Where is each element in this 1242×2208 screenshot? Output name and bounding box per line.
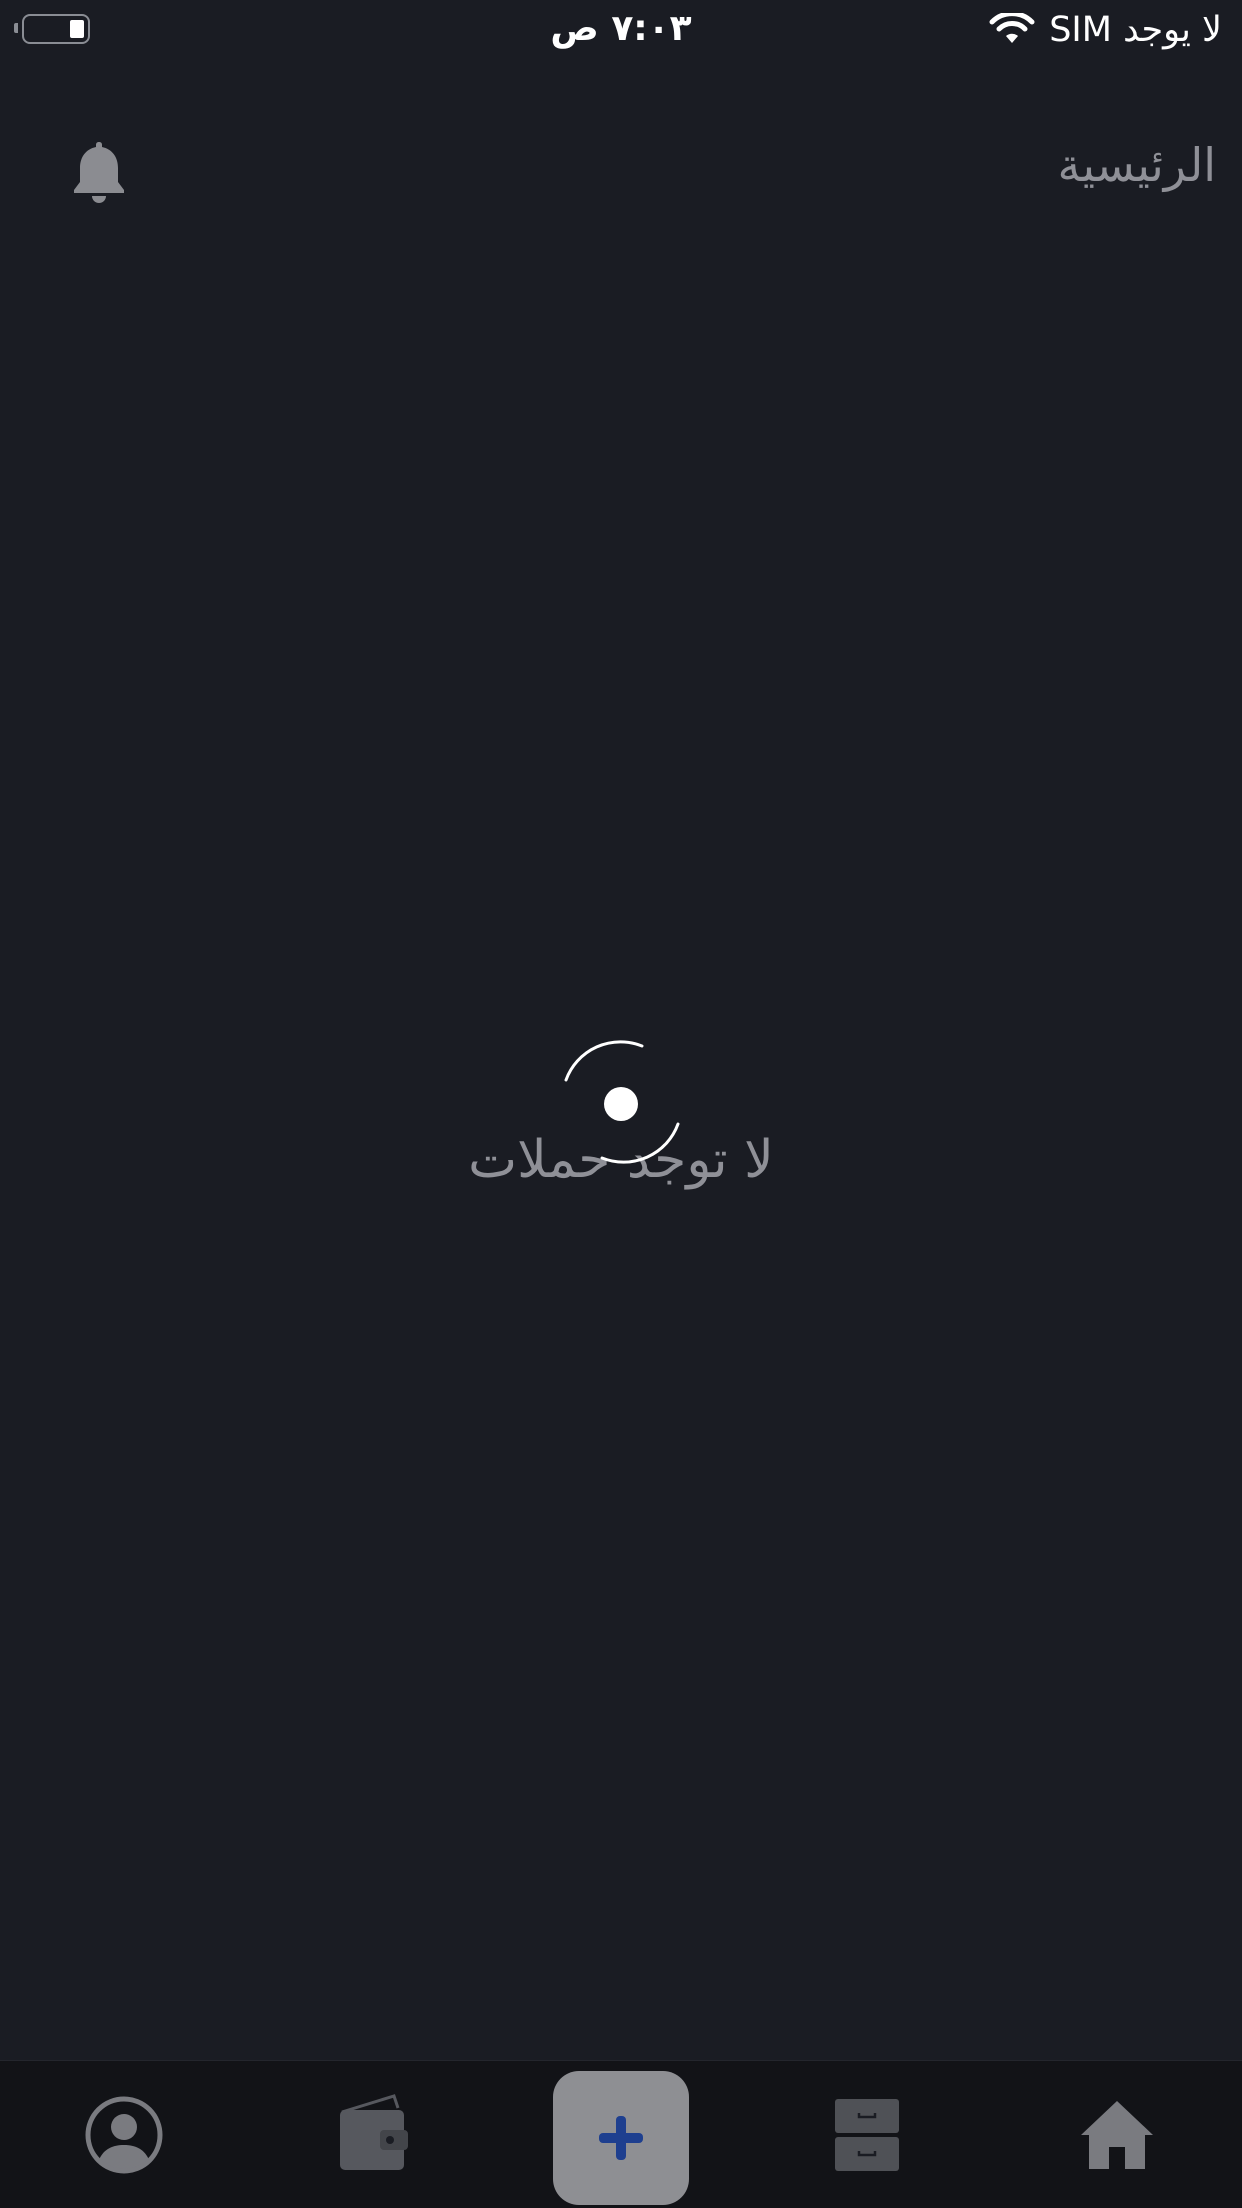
bell-icon[interactable] [68, 138, 130, 206]
tab-wallet[interactable] [322, 2061, 422, 2208]
carrier-info: لا يوجد SIM [989, 10, 1222, 50]
spinner-icon [564, 1040, 680, 1164]
tab-profile[interactable] [74, 2061, 174, 2208]
battery-icon [22, 14, 90, 44]
add-campaign-button[interactable] [553, 2071, 689, 2205]
tab-home[interactable] [1067, 2061, 1167, 2208]
page-title: الرئيسية [1057, 138, 1216, 192]
home-icon [1081, 2101, 1153, 2169]
screen: ٧:٠٣ ص لا يوجد SIM الرئيسية لا توجد حملا… [0, 0, 1242, 2208]
tab-archive[interactable] [817, 2061, 917, 2208]
status-time: ٧:٠٣ ص [550, 8, 692, 49]
profile-icon [85, 2096, 163, 2174]
battery-nub [14, 23, 18, 33]
wifi-icon [989, 13, 1035, 43]
archive-icon [835, 2099, 899, 2171]
status-bar: ٧:٠٣ ص لا يوجد SIM [0, 0, 1242, 62]
battery-level [70, 20, 84, 38]
wallet-icon [340, 2094, 408, 2170]
tab-bar [0, 2060, 1242, 2208]
carrier-label: لا يوجد SIM [1049, 10, 1222, 50]
plus-icon [599, 2116, 643, 2160]
